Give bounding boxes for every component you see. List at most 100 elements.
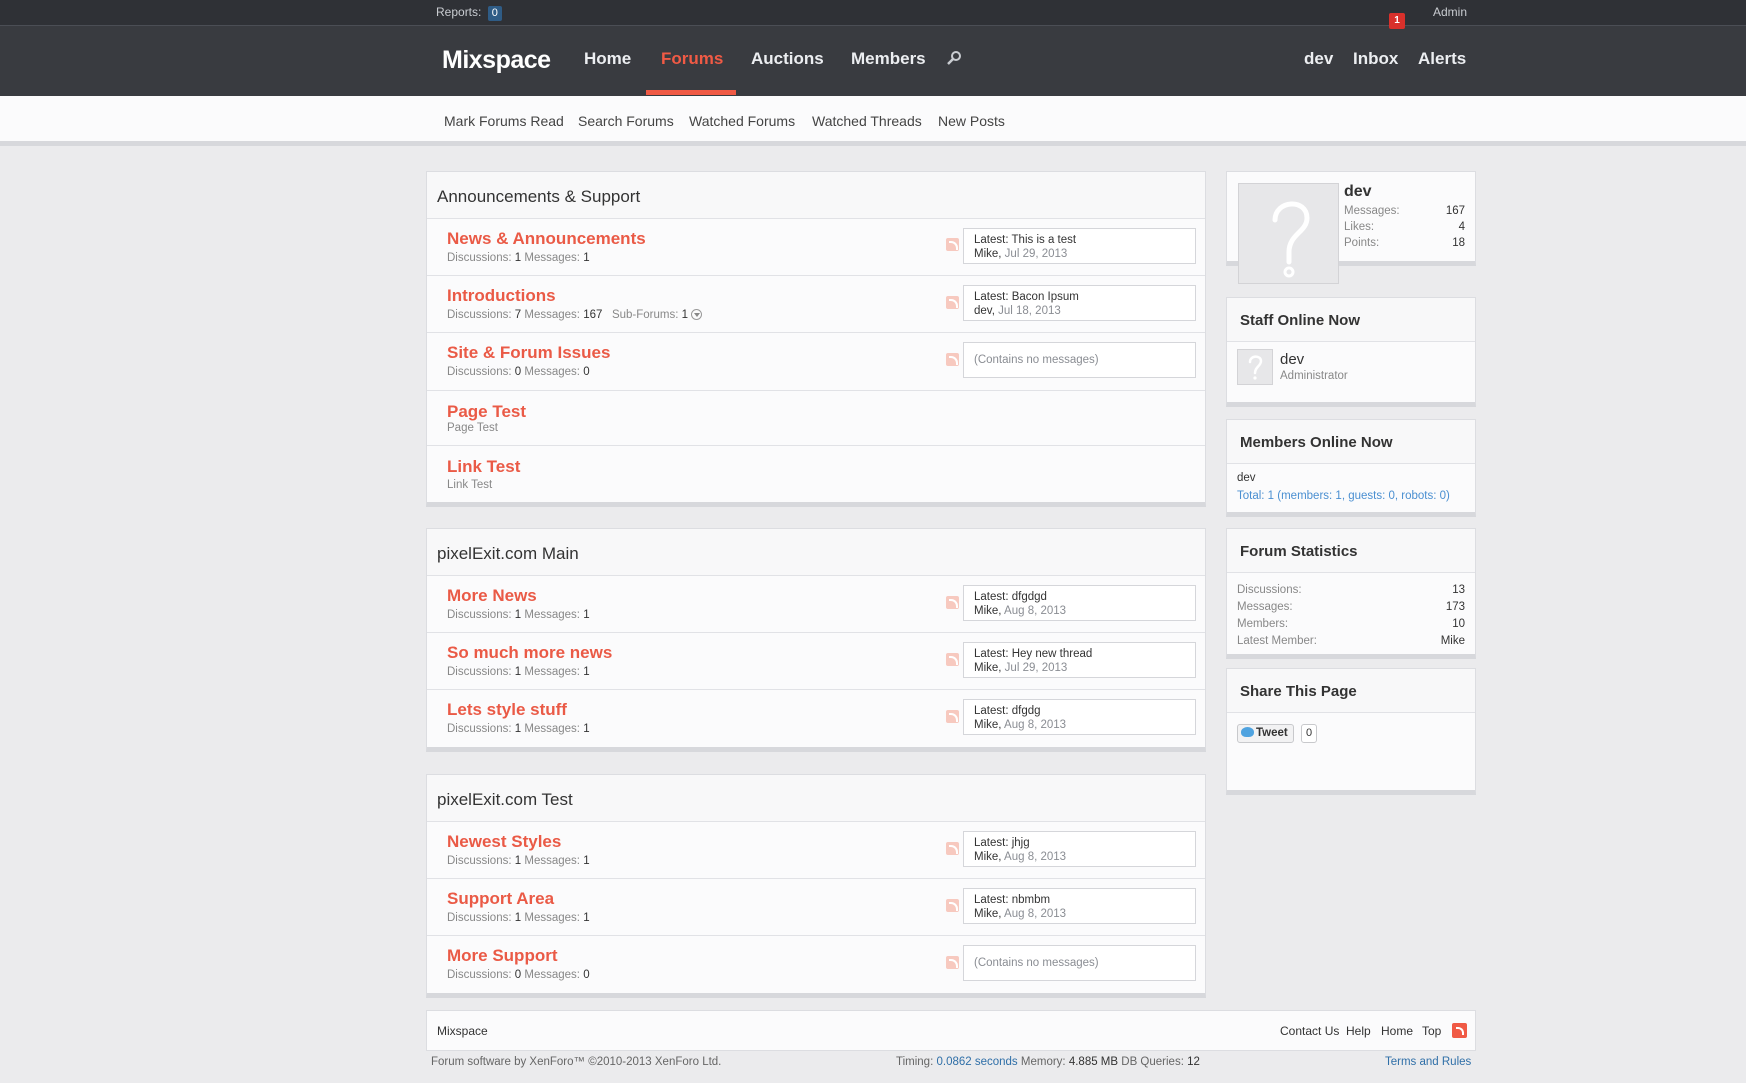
copyright-notice[interactable]: Forum software by XenForo™ ©2010-2013 Xe… <box>431 1056 721 1068</box>
discussions-count: 7 <box>514 309 522 321</box>
forum-title-more-news[interactable]: More News <box>447 586 537 606</box>
messages-label: Messages: <box>524 723 580 735</box>
latest-member-link[interactable]: Mike <box>1441 635 1465 647</box>
home-link[interactable]: Home <box>1381 1024 1413 1038</box>
mark-forums-read-link[interactable]: Mark Forums Read <box>444 113 564 129</box>
latest-user[interactable]: Mike <box>974 248 998 260</box>
top-link[interactable]: Top <box>1422 1024 1441 1038</box>
profile-messages-label: Messages: <box>1344 205 1400 217</box>
forum-stats: Discussions: 1 Messages: 1 <box>447 666 590 678</box>
forum-title-so-much-more-news[interactable]: So much more news <box>447 643 612 663</box>
timing-value-link[interactable]: 0.0862 seconds <box>936 1056 1017 1068</box>
subforum-dropdown-icon[interactable] <box>691 309 703 320</box>
admin-link[interactable]: Admin <box>1433 5 1467 19</box>
forum-title-site-forum-issues[interactable]: Site & Forum Issues <box>447 343 610 363</box>
rss-icon[interactable] <box>946 653 959 666</box>
latest-label: Latest: <box>974 705 1009 717</box>
rss-feed-icon[interactable] <box>1452 1023 1467 1038</box>
latest-user[interactable]: Mike <box>974 719 998 731</box>
stat-value: 10 <box>1452 618 1465 630</box>
visitor-profile-panel: dev Messages: 167 Likes: 4 Points: 18 <box>1226 171 1476 284</box>
tweet-label: Tweet <box>1256 727 1288 739</box>
latest-post-box[interactable]: Latest: This is a test Mike, Jul 29, 201… <box>963 228 1196 264</box>
memory-value: 4.885 MB <box>1068 1056 1119 1068</box>
reports-label: Reports: <box>436 5 482 19</box>
latest-thread-title[interactable]: nbmbm <box>1012 894 1050 906</box>
latest-post-box[interactable]: Latest: Bacon Ipsum dev, Jul 18, 2013 <box>963 285 1196 321</box>
main-header: Mixspace Home Forums Auctions Members de… <box>0 26 1746 96</box>
discussions-label: Discussions: <box>447 969 512 981</box>
category-title[interactable]: pixelExit.com Test <box>427 775 1205 822</box>
discussions-label: Discussions: <box>447 912 512 924</box>
forum-title-newest-styles[interactable]: Newest Styles <box>447 832 561 852</box>
rss-icon[interactable] <box>946 238 959 251</box>
latest-post-box-empty: (Contains no messages) <box>963 342 1196 378</box>
rss-icon[interactable] <box>946 353 959 366</box>
latest-post-box[interactable]: Latest: dfgdgd Mike, Aug 8, 2013 <box>963 585 1196 621</box>
watched-threads-link[interactable]: Watched Threads <box>812 113 922 129</box>
footer-brand-link[interactable]: Mixspace <box>437 1024 488 1038</box>
messages-count: 0 <box>583 366 590 378</box>
watched-forums-link[interactable]: Watched Forums <box>689 113 795 129</box>
latest-label: Latest: <box>974 894 1009 906</box>
search-forums-link[interactable]: Search Forums <box>578 113 674 129</box>
new-posts-link[interactable]: New Posts <box>938 113 1005 129</box>
forum-title-link-test[interactable]: Link Test <box>447 457 520 477</box>
latest-thread-title[interactable]: dfgdgd <box>1012 591 1047 603</box>
discussions-label: Discussions: <box>447 309 512 321</box>
messages-count: 1 <box>583 855 590 867</box>
latest-user[interactable]: Mike <box>974 662 998 674</box>
rss-icon[interactable] <box>946 596 959 609</box>
forum-title-introductions[interactable]: Introductions <box>447 286 556 306</box>
forum-title-page-test[interactable]: Page Test <box>447 402 526 422</box>
latest-post-box[interactable]: Latest: nbmbm Mike, Aug 8, 2013 <box>963 888 1196 924</box>
latest-thread-title[interactable]: dfgdg <box>1012 705 1041 717</box>
tweet-button[interactable]: Tweet <box>1237 724 1294 743</box>
user-menu-dev[interactable]: dev <box>1304 49 1333 69</box>
latest-post-box[interactable]: Latest: jhjg Mike, Aug 8, 2013 <box>963 831 1196 867</box>
latest-thread-title[interactable]: Bacon Ipsum <box>1012 291 1079 303</box>
nav-tab-auctions[interactable]: Auctions <box>751 49 824 69</box>
latest-thread-title[interactable]: Hey new thread <box>1012 648 1093 660</box>
help-link[interactable]: Help <box>1346 1024 1371 1038</box>
latest-thread-title[interactable]: This is a test <box>1012 234 1077 246</box>
latest-thread-title[interactable]: jhjg <box>1012 837 1030 849</box>
latest-user[interactable]: Mike <box>974 908 998 920</box>
forum-title-lets-style-stuff[interactable]: Lets style stuff <box>447 700 567 720</box>
staff-avatar[interactable] <box>1237 349 1273 385</box>
latest-user[interactable]: dev <box>974 305 992 317</box>
rss-icon[interactable] <box>946 710 959 723</box>
forum-title-more-support[interactable]: More Support <box>447 946 558 966</box>
alerts-link[interactable]: Alerts <box>1418 49 1466 69</box>
avatar[interactable] <box>1238 183 1339 284</box>
nav-tab-forums[interactable]: Forums <box>661 49 723 69</box>
latest-date: Aug 8, 2013 <box>1004 908 1067 920</box>
staff-name[interactable]: dev <box>1280 351 1304 368</box>
rss-icon[interactable] <box>946 899 959 912</box>
forum-title-news-announcements[interactable]: News & Announcements <box>447 229 646 249</box>
stat-value: 173 <box>1445 601 1465 613</box>
rss-icon[interactable] <box>946 296 959 309</box>
category-announcements-support: Announcements & Support News & Announcem… <box>426 171 1206 507</box>
online-member-link[interactable]: dev <box>1237 472 1256 484</box>
contact-us-link[interactable]: Contact Us <box>1280 1024 1339 1038</box>
site-logo[interactable]: Mixspace <box>442 46 551 75</box>
reports-link[interactable]: Reports: 0 <box>436 5 502 21</box>
profile-username[interactable]: dev <box>1344 183 1372 201</box>
debug-stats: Timing: 0.0862 seconds Memory: 4.885 MB … <box>896 1056 1200 1068</box>
rss-icon[interactable] <box>946 842 959 855</box>
forum-title-support-area[interactable]: Support Area <box>447 889 554 909</box>
nav-tab-home[interactable]: Home <box>584 49 631 69</box>
category-title[interactable]: Announcements & Support <box>427 172 1205 219</box>
search-icon[interactable] <box>946 50 962 66</box>
latest-user[interactable]: Mike <box>974 605 998 617</box>
online-total-link[interactable]: Total: 1 (members: 1, guests: 0, robots:… <box>1237 490 1450 502</box>
latest-post-box[interactable]: Latest: Hey new thread Mike, Jul 29, 201… <box>963 642 1196 678</box>
category-title[interactable]: pixelExit.com Main <box>427 529 1205 576</box>
inbox-link[interactable]: Inbox <box>1353 49 1398 69</box>
terms-and-rules-link[interactable]: Terms and Rules <box>1385 1056 1471 1068</box>
latest-user[interactable]: Mike <box>974 851 998 863</box>
rss-icon[interactable] <box>946 956 959 969</box>
latest-post-box[interactable]: Latest: dfgdg Mike, Aug 8, 2013 <box>963 699 1196 735</box>
nav-tab-members[interactable]: Members <box>851 49 926 69</box>
